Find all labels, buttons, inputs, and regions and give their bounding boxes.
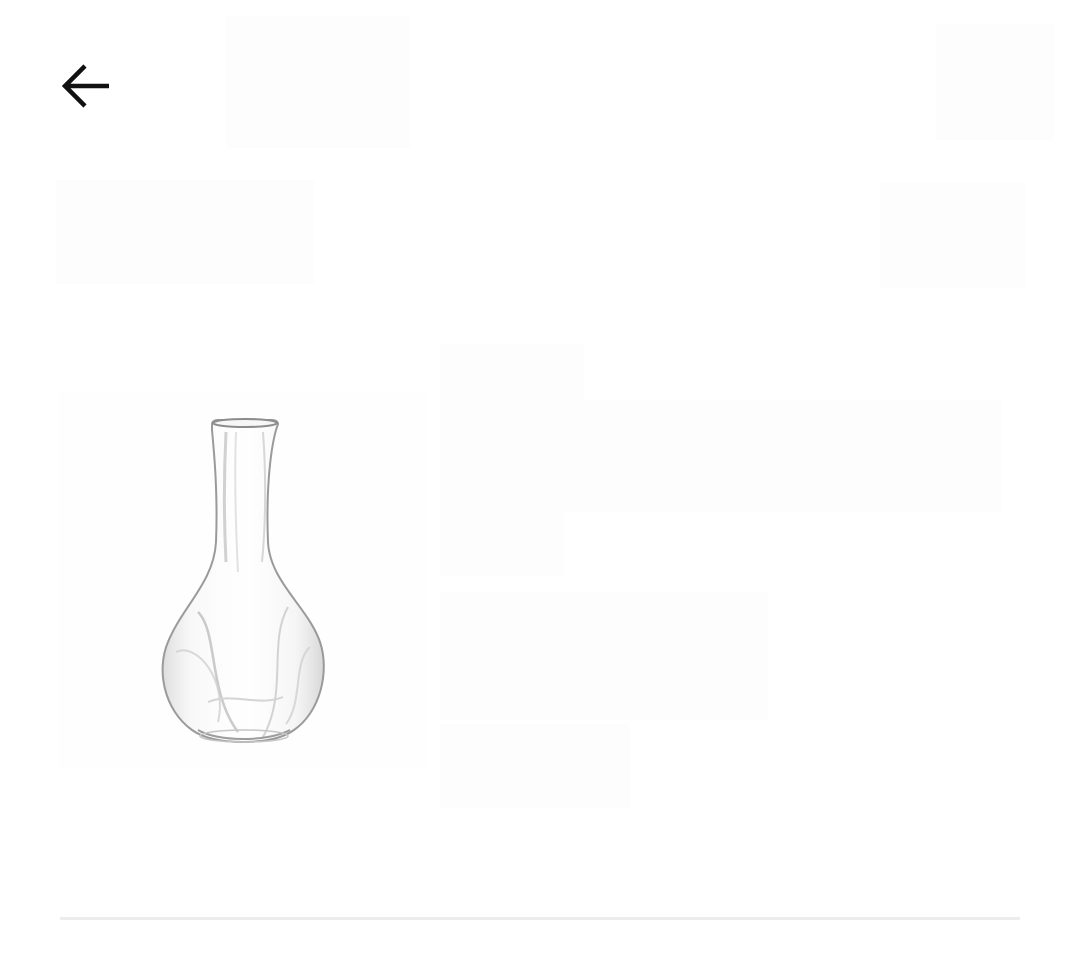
detail-line-5-placeholder <box>440 724 630 808</box>
back-button[interactable] <box>56 56 114 114</box>
detail-line-1-placeholder <box>440 344 584 400</box>
arrow-left-icon <box>61 64 109 108</box>
detail-line-3-placeholder <box>440 512 564 576</box>
price-placeholder <box>880 182 1026 288</box>
product-name-placeholder <box>56 180 314 284</box>
product-image[interactable] <box>58 392 426 768</box>
header-action-placeholder <box>936 24 1054 140</box>
detail-line-2-placeholder <box>440 400 1002 512</box>
detail-line-4-placeholder <box>440 592 768 720</box>
glass-vase-image <box>161 418 325 744</box>
header-title-placeholder <box>226 16 410 148</box>
product-detail-screen <box>0 0 1080 968</box>
bottom-divider <box>60 917 1020 920</box>
